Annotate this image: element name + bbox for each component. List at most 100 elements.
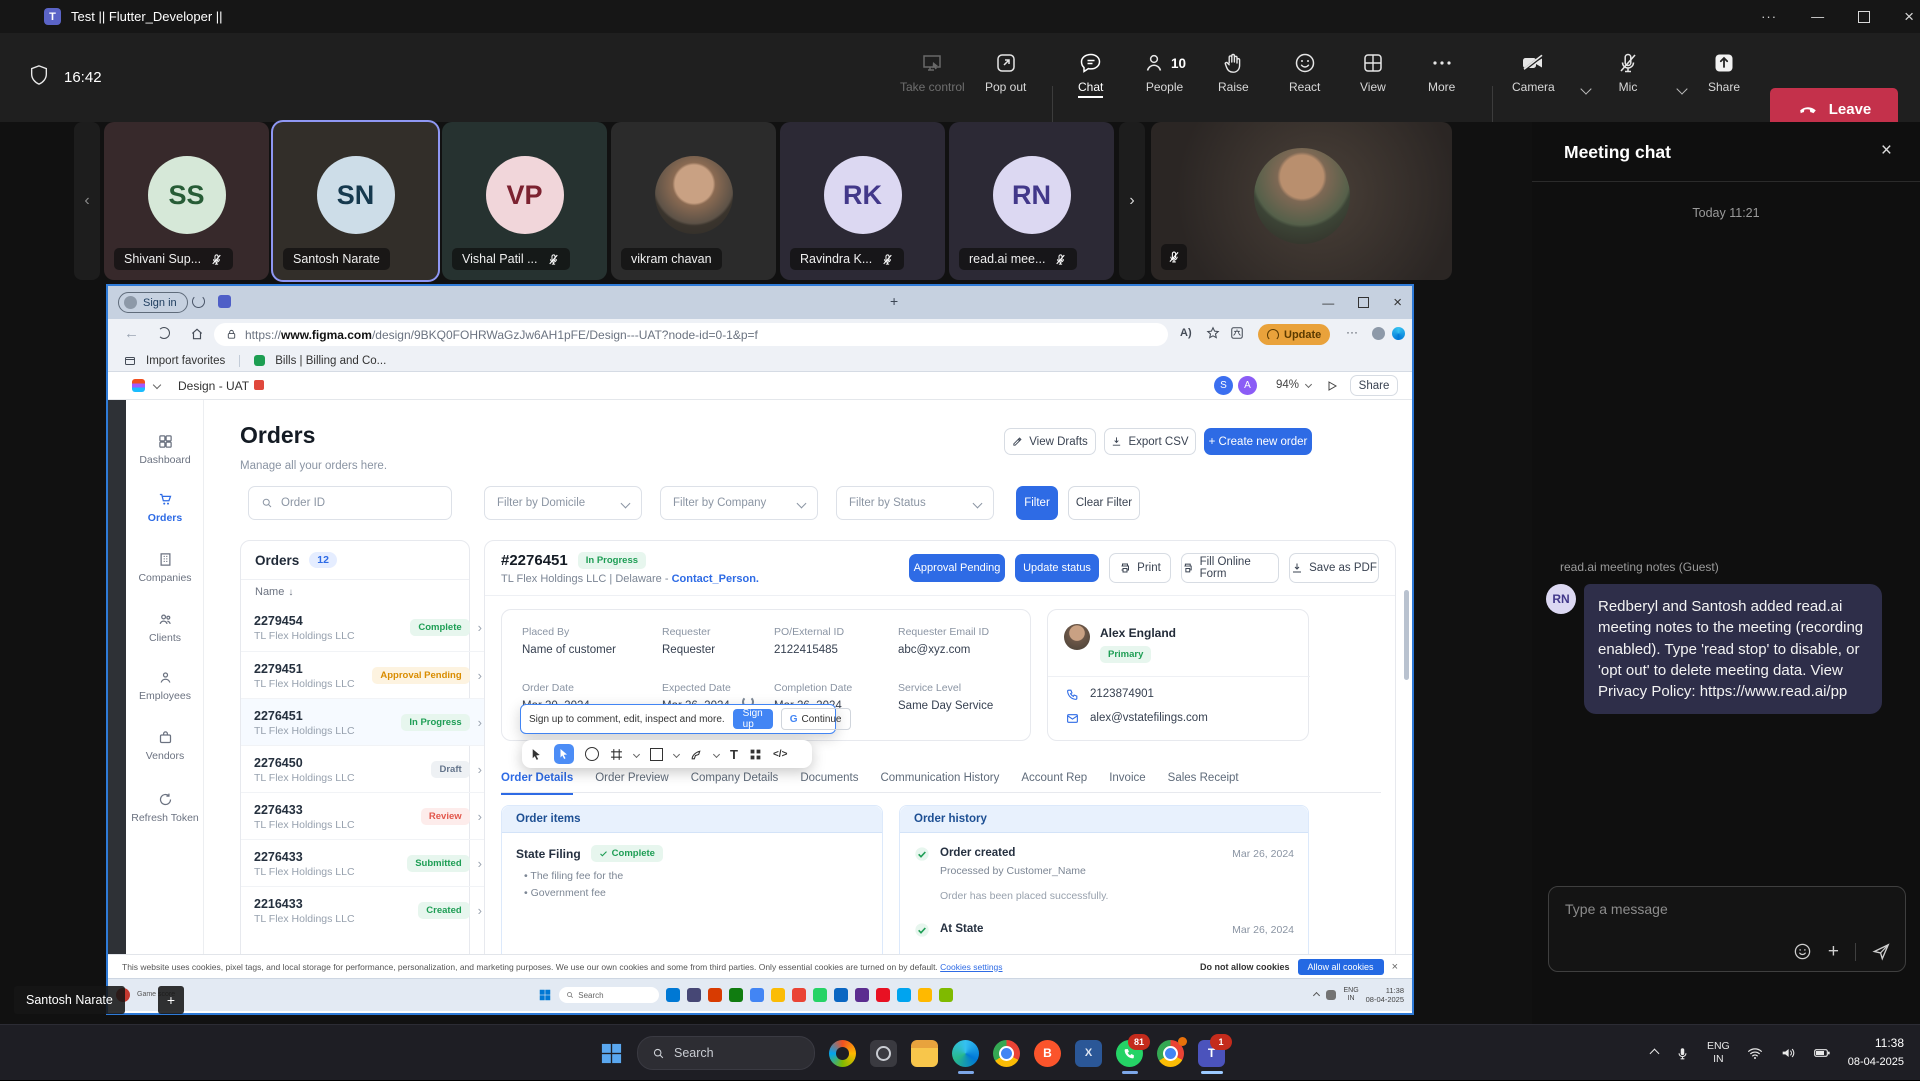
- update-status-button[interactable]: Update status: [1015, 554, 1099, 582]
- taskbar-app-icon[interactable]: [834, 988, 848, 1002]
- shared-search-box[interactable]: Search: [559, 987, 659, 1003]
- settings-icon[interactable]: [870, 1040, 897, 1067]
- order-id-search-input[interactable]: Order ID: [248, 486, 452, 520]
- start-icon[interactable]: [538, 988, 552, 1002]
- order-row[interactable]: 2276450TL Flex Holdings LLC Draft›: [241, 745, 495, 793]
- tab-account-rep[interactable]: Account Rep: [1021, 772, 1087, 784]
- browser-profile-icon[interactable]: [1372, 327, 1385, 340]
- share-button[interactable]: Share: [1708, 51, 1740, 94]
- tab-communication-history[interactable]: Communication History: [880, 772, 999, 784]
- taskbar-app-icon[interactable]: [918, 988, 932, 1002]
- signup-button[interactable]: Sign up: [733, 709, 773, 729]
- allow-cookies-button[interactable]: Allow all cookies: [1298, 959, 1384, 975]
- order-row[interactable]: 2279451TL Flex Holdings LLC Approval Pen…: [241, 651, 495, 699]
- view-button[interactable]: View: [1360, 51, 1386, 94]
- tab-invoice[interactable]: Invoice: [1109, 772, 1145, 784]
- participant-tile[interactable]: RK Ravindra K...: [780, 122, 945, 280]
- sidebar-item-dashboard[interactable]: Dashboard: [128, 434, 202, 466]
- sidebar-item-orders[interactable]: Orders: [128, 492, 202, 524]
- dev-mode-tool-icon[interactable]: </>: [773, 749, 787, 760]
- export-csv-button[interactable]: Export CSV: [1104, 428, 1196, 455]
- tab-order-details[interactable]: Order Details: [501, 772, 573, 795]
- file-explorer-icon[interactable]: [911, 1040, 938, 1067]
- edge-icon[interactable]: [952, 1040, 979, 1067]
- filter-status-select[interactable]: Filter by Status: [836, 486, 994, 520]
- text-tool-icon[interactable]: T: [730, 747, 738, 762]
- people-button[interactable]: 10 People: [1143, 51, 1186, 94]
- google-continue-button[interactable]: GContinue: [781, 708, 851, 730]
- favorites-star-icon[interactable]: [1206, 326, 1220, 340]
- chat-button[interactable]: Chat: [1078, 51, 1103, 98]
- emoji-icon[interactable]: [1793, 942, 1812, 961]
- tray-expand-icon[interactable]: [1313, 991, 1320, 998]
- camera-button[interactable]: Camera: [1512, 51, 1555, 94]
- filter-company-select[interactable]: Filter by Company: [660, 486, 818, 520]
- taskbar-app-icon[interactable]: [687, 988, 701, 1002]
- taskbar-search-box[interactable]: Search: [637, 1036, 815, 1070]
- mic-button[interactable]: Mic: [1616, 51, 1640, 94]
- taskbar-app-icon[interactable]: [855, 988, 869, 1002]
- camera-options-chevron-icon[interactable]: [1580, 83, 1591, 94]
- participant-tile[interactable]: RN read.ai mee...: [949, 122, 1114, 280]
- browser-update-button[interactable]: Update: [1258, 324, 1330, 345]
- pen-tool-icon[interactable]: [690, 748, 703, 761]
- scrollbar-thumb[interactable]: [1404, 590, 1409, 680]
- figma-menu-icon[interactable]: [132, 379, 145, 392]
- taskbar-app-icon[interactable]: [897, 988, 911, 1002]
- window-close-button[interactable]: ×: [1904, 7, 1914, 27]
- chrome-icon[interactable]: [993, 1040, 1020, 1067]
- move-tool-icon[interactable]: [530, 748, 543, 761]
- deny-cookies-button[interactable]: Do not allow cookies: [1200, 962, 1290, 972]
- tiles-left-scroll-button[interactable]: ‹: [74, 122, 100, 280]
- browser-maximize-button[interactable]: [1358, 297, 1369, 308]
- widgets-tool-icon[interactable]: [749, 748, 762, 761]
- presenter-overlay-expand-button[interactable]: +: [158, 986, 184, 1014]
- approval-pending-button[interactable]: Approval Pending: [909, 554, 1005, 582]
- participant-tile-active[interactable]: SN Santosh Narate: [273, 122, 438, 280]
- taskbar-app-icon[interactable]: [771, 988, 785, 1002]
- shared-language-indicator[interactable]: ENGIN: [1343, 987, 1358, 1002]
- taskbar-clock[interactable]: 11:3808-04-2025: [1848, 1035, 1904, 1070]
- participant-tile[interactable]: VP Vishal Patil ...: [442, 122, 607, 280]
- chat-panel-close-icon[interactable]: ×: [1881, 140, 1892, 162]
- volume-icon[interactable]: [1780, 1045, 1796, 1061]
- copilot-icon[interactable]: [829, 1040, 856, 1067]
- rect-tool-icon[interactable]: [650, 748, 663, 761]
- sidebar-item-companies[interactable]: Companies: [128, 552, 202, 584]
- taskbar-app-icon[interactable]: [876, 988, 890, 1002]
- participant-tile-video[interactable]: [1151, 122, 1452, 280]
- app-icon[interactable]: X: [1075, 1040, 1102, 1067]
- window-maximize-button[interactable]: [1858, 11, 1870, 23]
- wifi-icon[interactable]: [1747, 1045, 1763, 1061]
- tab-sales-receipt[interactable]: Sales Receipt: [1168, 772, 1239, 784]
- sidebar-item-employees[interactable]: Employees: [128, 670, 202, 702]
- order-row[interactable]: 2276433TL Flex Holdings LLC Review›: [241, 792, 495, 840]
- contact-email[interactable]: alex@vstatefilings.com: [1090, 712, 1208, 724]
- taskbar-app-icon[interactable]: [939, 988, 953, 1002]
- shared-clock[interactable]: 11:3808-04-2025: [1366, 986, 1404, 1004]
- chat-input[interactable]: Type a message +: [1548, 886, 1906, 972]
- filter-domicile-select[interactable]: Filter by Domicile: [484, 486, 642, 520]
- save-as-pdf-button[interactable]: Save as PDF: [1289, 553, 1379, 583]
- tiles-right-scroll-button[interactable]: ›: [1119, 122, 1145, 280]
- home-icon[interactable]: [190, 327, 204, 346]
- browser-history-icon[interactable]: [192, 295, 205, 308]
- tray-mic-icon[interactable]: [1675, 1046, 1690, 1061]
- raise-hand-button[interactable]: Raise: [1218, 51, 1249, 94]
- tab-company-details[interactable]: Company Details: [691, 772, 779, 784]
- view-drafts-button[interactable]: View Drafts: [1004, 428, 1096, 455]
- edge-logo-icon[interactable]: [1392, 327, 1405, 340]
- browser-signin-button[interactable]: Sign in: [118, 292, 188, 313]
- send-icon[interactable]: [1872, 942, 1891, 961]
- language-indicator[interactable]: ENGIN: [1707, 1040, 1730, 1066]
- taskbar-app-icon[interactable]: [666, 988, 680, 1002]
- figma-present-icon[interactable]: [1326, 380, 1338, 392]
- participant-tile[interactable]: vikram chavan: [611, 122, 776, 280]
- fill-online-form-button[interactable]: Fill Online Form: [1181, 553, 1279, 583]
- pop-out-button[interactable]: Pop out: [985, 51, 1026, 94]
- figma-file-name[interactable]: Design - UAT: [178, 379, 249, 393]
- browser-workspaces-icon[interactable]: [218, 295, 231, 308]
- refresh-icon[interactable]: [158, 327, 170, 339]
- tab-documents[interactable]: Documents: [800, 772, 858, 784]
- participant-tile[interactable]: SS Shivani Sup...: [104, 122, 269, 280]
